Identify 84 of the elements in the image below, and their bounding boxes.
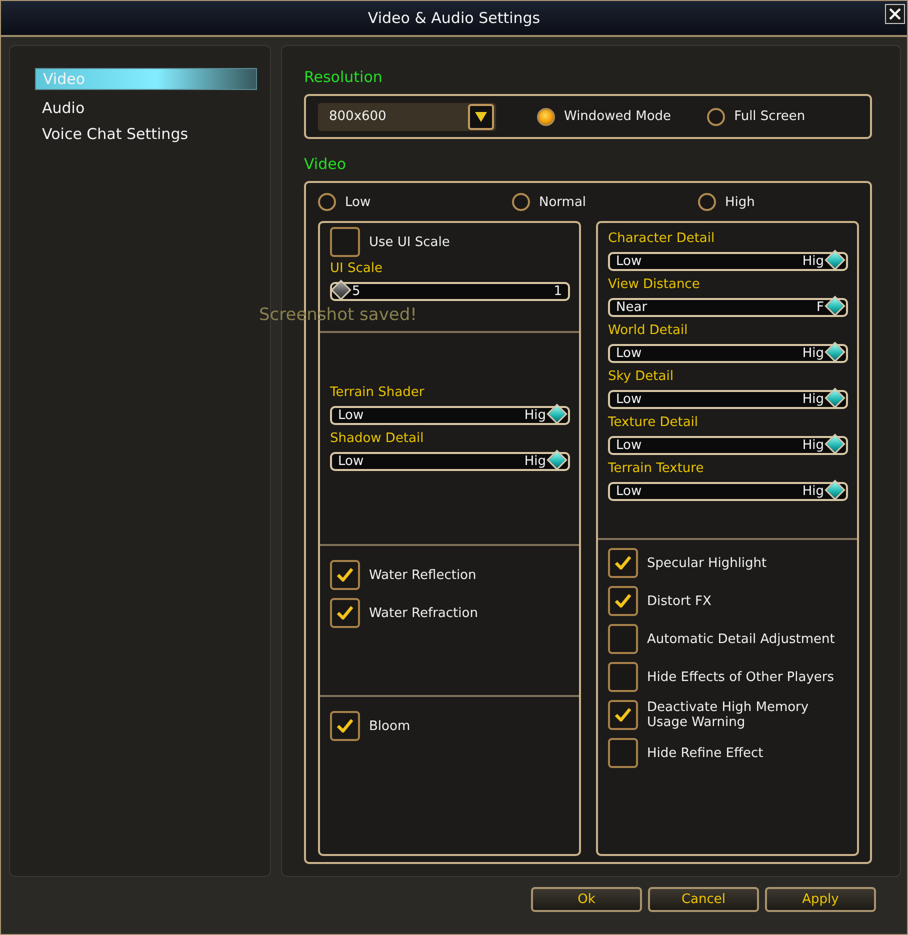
checkbox[interactable] (330, 560, 360, 590)
slider-thumb[interactable] (824, 434, 846, 454)
slider-thumb[interactable] (824, 480, 846, 500)
checkbox-label: Automatic Detail Adjustment (647, 632, 835, 646)
radio-label: Normal (539, 194, 586, 210)
slider-thumb[interactable] (824, 388, 846, 408)
slider-min-label: 5 (352, 284, 360, 298)
slider-min-label: Low (616, 392, 642, 406)
radio-button[interactable] (318, 193, 336, 211)
slider-label: Terrain Texture (608, 461, 705, 478)
checkbox[interactable] (608, 662, 638, 692)
slider-max-label: 1 (554, 284, 562, 298)
slider-min-label: Low (616, 484, 642, 498)
checkbox[interactable] (330, 227, 360, 257)
slider-max-label: Hig (802, 392, 824, 406)
checkbox-label: Bloom (369, 718, 410, 734)
radio-label: Windowed Mode (564, 109, 672, 124)
slider-max-label: F (816, 300, 824, 314)
checkbox-label: Deactivate High Memory Usage Warning (647, 700, 810, 730)
sidebar-item[interactable]: Voice Chat Settings (35, 122, 257, 148)
slider-max-label: Hig (524, 408, 546, 422)
slider-min-label: Low (616, 438, 642, 452)
slider-track[interactable]: Near F (608, 298, 848, 317)
checkbox[interactable] (608, 548, 638, 578)
radio-label: High (725, 194, 755, 210)
checkbox[interactable] (608, 738, 638, 768)
sidebar-item[interactable]: Audio (35, 96, 257, 122)
close-button[interactable] (885, 4, 905, 24)
checkbox[interactable] (608, 700, 638, 730)
slider-track[interactable]: Low Hig (608, 252, 848, 271)
slider-thumb[interactable] (546, 450, 568, 470)
slider-thumb[interactable] (824, 250, 846, 270)
slider-min-label: Low (616, 346, 642, 360)
slider-label: Character Detail (608, 231, 716, 248)
checkbox-label: Hide Effects of Other Players (647, 670, 834, 684)
slider-track[interactable]: Low Hig (608, 482, 848, 501)
slider-label: World Detail (608, 323, 689, 340)
slider-min-label: Near (616, 300, 648, 314)
slider-thumb[interactable] (824, 296, 846, 316)
radio-button[interactable] (707, 108, 726, 126)
radio-label: Full Screen (734, 109, 806, 124)
slider-track[interactable]: Low Hig (330, 406, 570, 425)
radio-label: Low (345, 194, 371, 210)
slider-track[interactable]: Low Hig (330, 452, 570, 471)
section-heading: Video (304, 155, 348, 175)
slider-label: Texture Detail (608, 415, 700, 432)
checkbox[interactable] (330, 598, 360, 628)
dialog-button[interactable]: Ok (531, 887, 642, 912)
slider-max-label: Hig (802, 346, 824, 360)
checkbox[interactable] (608, 586, 638, 616)
checkbox-label: Water Refraction (369, 606, 478, 620)
slider-min-label: Low (616, 254, 642, 268)
radio-button[interactable] (537, 108, 555, 126)
checkbox[interactable] (608, 624, 638, 654)
slider-thumb[interactable] (546, 404, 568, 424)
resolution-dropdown[interactable]: 800x600 (317, 102, 497, 132)
radio-button[interactable] (698, 193, 716, 211)
slider-track[interactable]: Low Hig (608, 344, 848, 363)
slider-label: Terrain Shader (330, 385, 426, 402)
slider-max-label: Hig (524, 454, 546, 468)
checkbox-label: Use UI Scale (369, 234, 450, 250)
slider-label: Shadow Detail (330, 431, 425, 448)
slider-max-label: Hig (802, 438, 824, 452)
slider-thumb[interactable] (824, 342, 846, 362)
window-title: Video & Audio Settings (368, 9, 540, 27)
slider-max-label: Hig (802, 254, 824, 268)
radio-button[interactable] (512, 193, 530, 211)
checkbox-label: Distort FX (647, 594, 712, 608)
slider-min-label: Low (338, 408, 364, 422)
checkbox[interactable] (330, 711, 360, 741)
checkbox-label: Hide Refine Effect (647, 746, 764, 760)
slider-label: UI Scale (330, 261, 384, 278)
slider-max-label: Hig (802, 484, 824, 498)
close-icon (888, 7, 902, 21)
slider-min-label: Low (338, 454, 364, 468)
slider-label: View Distance (608, 277, 701, 294)
slider-label: Sky Detail (608, 369, 674, 386)
checkbox-label: Specular Highlight (647, 556, 767, 570)
dialog-button[interactable]: Cancel (648, 887, 759, 912)
slider-track[interactable]: Low Hig (608, 436, 848, 455)
dialog-button[interactable]: Apply (765, 887, 876, 912)
section-heading: Resolution (304, 68, 384, 88)
checkbox-label: Water Reflection (369, 568, 476, 582)
slider-track[interactable]: Low Hig (608, 390, 848, 409)
